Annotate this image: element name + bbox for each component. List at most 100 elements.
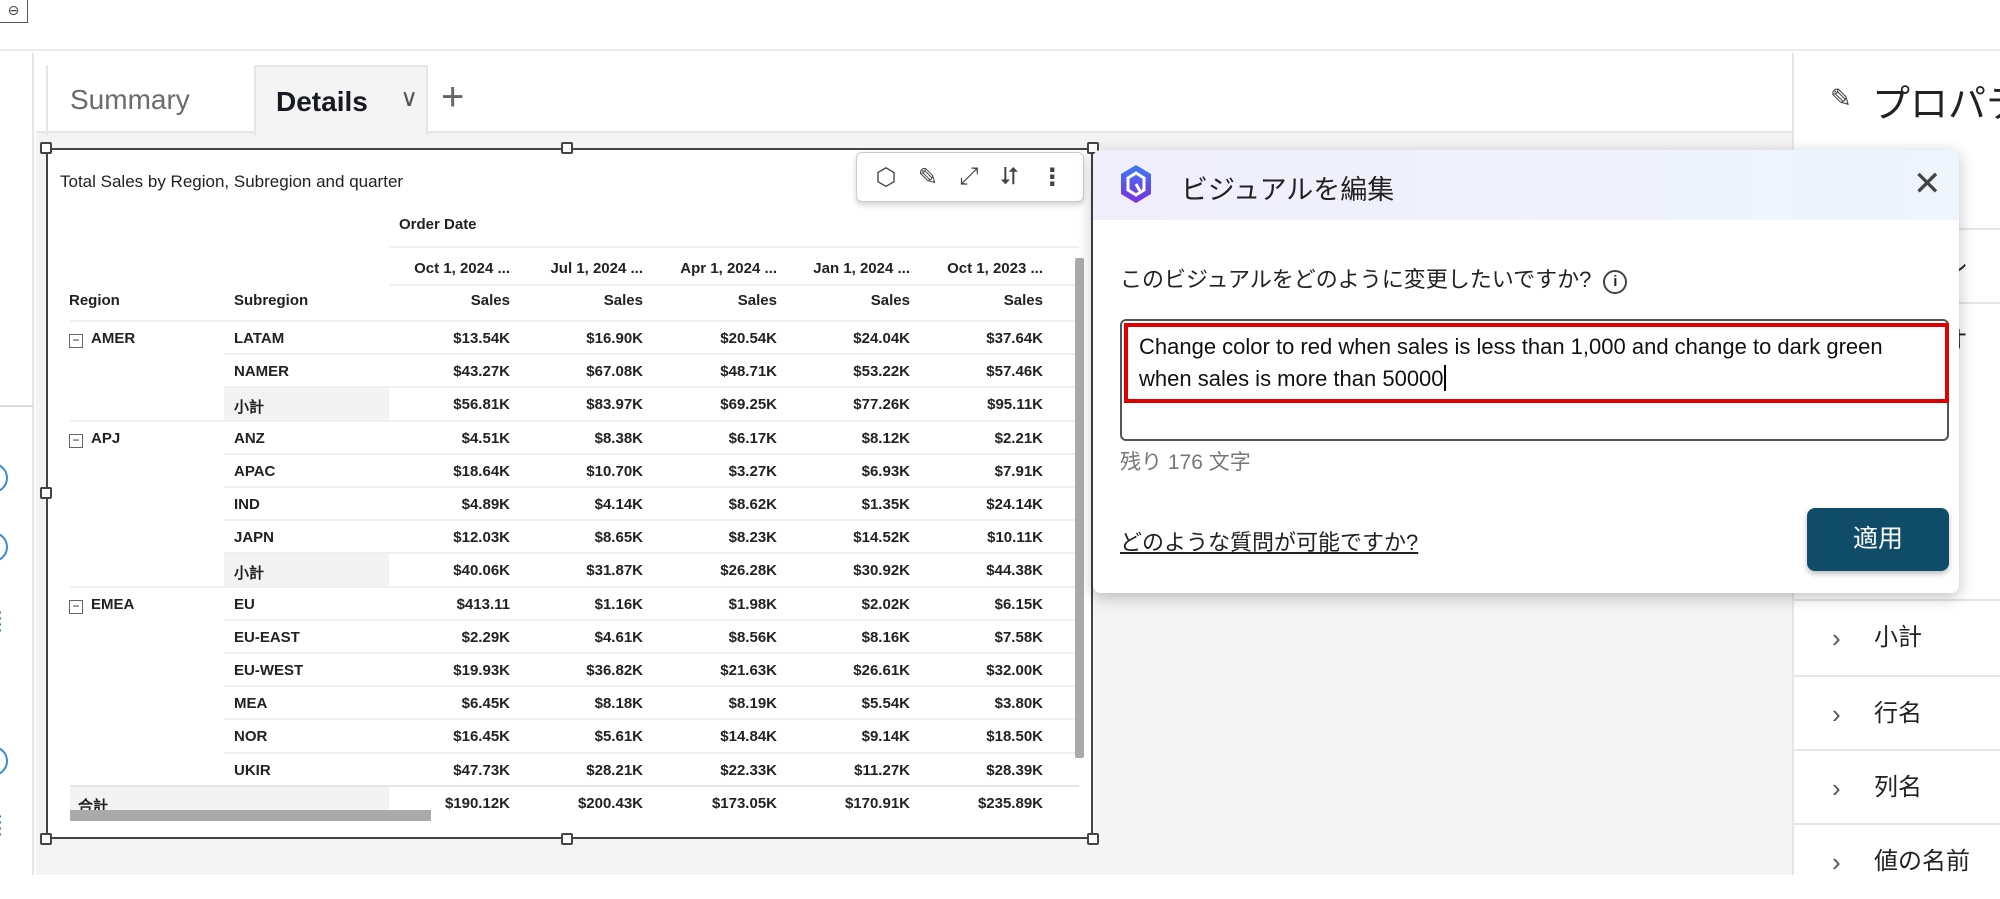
sales-cell: $14.84K [720,728,777,746]
sales-cell: $32.00K [986,662,1043,679]
chevron-right-icon: › [1832,847,1841,877]
measure-header: Sales [470,292,510,309]
sales-cell: $5.54K [861,695,910,713]
section-column-names[interactable]: › 列名 [1794,749,2000,823]
column-group-header: Order Date [399,216,477,233]
row-divider [224,751,1079,754]
sales-cell: $19.93K [453,662,510,679]
sales-cell: $83.97K [586,396,643,414]
total-cell: $200.43K [577,794,643,812]
section-value-names[interactable]: › 値の名前 [1794,823,2000,897]
sheet-tabs: Summary Details ∨ + [36,53,1792,135]
dots-icon[interactable]: ···· [0,605,4,637]
close-icon[interactable]: ✕ [1913,164,1942,204]
circle-button-icon[interactable] [0,463,8,493]
resize-handle[interactable] [40,833,52,845]
sales-cell: $77.26K [853,396,910,414]
section-label: 列名 [1874,774,1922,801]
vertical-scrollbar[interactable] [1075,258,1084,758]
sales-cell: $16.45K [453,728,510,746]
sales-cell: $2.29K [461,628,510,646]
link-icon[interactable]: ⊖ [0,0,28,23]
circle-button-icon[interactable] [0,532,8,562]
total-cell: $170.91K [844,794,910,812]
sales-cell: $48.71K [720,363,777,381]
pivot-table-visual[interactable]: Total Sales by Region, Subregion and qua… [40,142,1099,845]
help-link[interactable]: どのような質問が可能ですか? [1120,525,1418,557]
top-bar: ⊖ [0,0,2000,51]
sales-cell: $20.54K [720,330,777,347]
region-cell: − EMEA [69,596,134,614]
section-label: 行名 [1874,700,1922,727]
sales-cell: $8.62K [728,496,777,513]
sales-cell: $9.14K [861,728,910,746]
measure-header: Sales [737,292,777,309]
sales-cell: $8.38K [594,429,643,447]
more-icon[interactable]: ⋮ [1040,163,1064,192]
sales-cell: $6.93K [861,462,910,480]
pivot-table: Order Date Oct 1, 2024 ... Jul 1, 2024 ...… [48,150,1088,830]
subregion-cell: 小計 [234,399,265,417]
section-row-names[interactable]: › 行名 [1794,675,2000,749]
subregion-cell: APAC [234,462,276,480]
subregion-cell: NOR [234,728,268,746]
expand-icon[interactable]: ⤢ [959,163,978,191]
edit-visual-dialog: ビジュアルを編集 ✕ このビジュアルをどのように変更したいですか? i Chang… [1093,150,1959,593]
sales-cell: $18.64K [453,462,510,480]
section-subtotal[interactable]: › 小計 [1794,599,2000,673]
row-divider [224,452,1079,455]
format-visual-icon[interactable]: ✎ [918,163,938,192]
circle-button-icon[interactable] [0,746,8,776]
sales-cell: $3.80K [994,695,1043,713]
sales-cell: $2.21K [994,429,1043,447]
left-sidebar: ···· ···· [0,53,34,875]
region-label: APJ [91,429,121,447]
sales-cell: $7.58K [994,628,1043,646]
tab-summary[interactable]: Summary [46,65,256,135]
dots-icon[interactable]: ···· [0,809,4,841]
sales-cell: $3.27K [728,462,777,480]
divider [0,405,34,407]
swap-icon[interactable]: ⮃ [1000,163,1019,191]
row-divider [224,652,1079,654]
sales-cell: $6.17K [728,429,777,447]
subregion-cell: JAPN [234,529,275,547]
sales-cell: $1.98K [728,595,777,613]
tab-details[interactable]: Details ∨ [254,65,428,135]
row-divider [224,353,1079,356]
sales-cell: $4.89K [461,496,510,513]
row-divider [70,585,1079,588]
sales-cell: $11.27K [854,761,910,779]
horizontal-scrollbar[interactable] [70,810,431,821]
sales-cell: $56.81K [453,396,510,414]
collapse-icon[interactable]: − [69,599,83,614]
row-divider [224,685,1079,688]
column-header: Oct 1, 2024 ... [414,260,510,277]
sales-cell: $4.14K [594,496,643,513]
resize-handle[interactable] [561,833,573,845]
row-divider [224,519,1079,522]
sales-cell: $8.56K [728,628,777,646]
subregion-cell: EU-EAST [234,628,300,646]
sales-cell: $53.22K [853,363,910,381]
sales-cell: $1.16K [594,595,643,613]
apply-button[interactable]: 適用 [1807,508,1949,571]
info-icon[interactable]: i [1603,270,1628,294]
q-icon[interactable]: ⬡ [876,163,897,192]
measure-header: Sales [603,292,643,309]
sales-cell: $43.27K [453,363,510,381]
subregion-cell: UKIR [234,761,271,779]
add-sheet-button[interactable]: + [441,65,481,135]
tab-label: Details [276,86,368,117]
sales-cell: $47.73K [453,761,510,779]
sales-cell: $57.46K [986,363,1043,381]
region-label: AMER [91,330,136,347]
resize-handle[interactable] [1087,833,1099,845]
collapse-icon[interactable]: − [69,433,83,448]
row-divider [70,419,1079,422]
sales-cell: $8.12K [861,429,910,447]
prompt-text[interactable]: Change color to red when sales is less t… [1139,331,1939,395]
panel-title: プロパティ [1872,84,2000,126]
collapse-icon[interactable]: − [69,334,83,348]
chevron-down-icon[interactable]: ∨ [400,64,418,134]
